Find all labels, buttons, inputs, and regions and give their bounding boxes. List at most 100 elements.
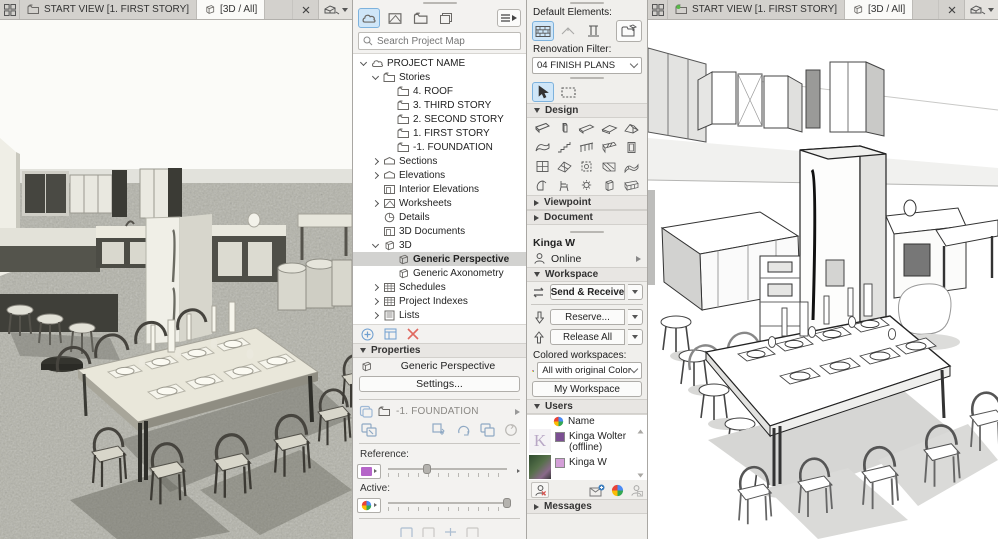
- tree-item-project-indexes[interactable]: Project Indexes: [353, 294, 526, 308]
- person-box-icon[interactable]: [630, 484, 643, 497]
- tab-3d-all[interactable]: [3D / All]: [197, 0, 266, 19]
- tree-item-stories[interactable]: Stories: [353, 70, 526, 84]
- tab-3d-all[interactable]: [3D / All]: [845, 0, 914, 19]
- users-scrollbar[interactable]: [635, 429, 646, 478]
- object-tool[interactable]: [553, 176, 575, 194]
- active-color-button[interactable]: [357, 497, 381, 513]
- story-selector-row[interactable]: -1. FOUNDATION: [353, 403, 526, 420]
- chevron-expanded-icon[interactable]: [371, 76, 380, 79]
- chevron-collapsed-icon[interactable]: [371, 313, 380, 318]
- reserve-dropdown[interactable]: [628, 309, 643, 325]
- slider-thumb[interactable]: [502, 498, 511, 508]
- skylight-tool[interactable]: [553, 157, 575, 175]
- design-section-header[interactable]: Design: [527, 103, 647, 118]
- color-wheel-icon[interactable]: [611, 484, 624, 497]
- column-tool[interactable]: [553, 119, 575, 137]
- hide-offline-users-button[interactable]: [531, 482, 549, 498]
- chevron-collapsed-icon[interactable]: [371, 173, 380, 178]
- tab-start-view[interactable]: START VIEW [1. FIRST STORY]: [668, 0, 846, 19]
- curtain-wall-tool[interactable]: [598, 138, 620, 156]
- mesh-tool[interactable]: [621, 157, 643, 175]
- active-opacity-slider[interactable]: [386, 497, 511, 513]
- delete-icon[interactable]: [407, 328, 419, 340]
- tree-item-3d[interactable]: 3D: [353, 238, 526, 252]
- marquee-tool-button[interactable]: [557, 82, 579, 102]
- partial-icon[interactable]: [444, 527, 457, 537]
- slider-thumb[interactable]: [422, 464, 431, 474]
- transfer-settings-icon[interactable]: [361, 423, 377, 437]
- tree-item-sections[interactable]: Sections: [353, 154, 526, 168]
- opening-tool[interactable]: [576, 157, 598, 175]
- release-all-button[interactable]: Release All: [550, 329, 625, 345]
- default-roof-button[interactable]: [557, 21, 579, 41]
- tree-item-project-name[interactable]: PROJECT NAME: [353, 56, 526, 70]
- schedule-settings-icon[interactable]: [384, 328, 397, 340]
- roof-tool[interactable]: [621, 119, 643, 137]
- document-section-header[interactable]: Document: [527, 210, 647, 225]
- default-column-button[interactable]: [582, 21, 604, 41]
- partial-icon[interactable]: [422, 527, 435, 537]
- tab-overview-button[interactable]: [648, 0, 668, 19]
- online-status-row[interactable]: Online: [527, 250, 647, 267]
- layout-book-button[interactable]: [410, 8, 432, 28]
- favorites-button[interactable]: [616, 20, 642, 42]
- reference-opacity-slider[interactable]: [386, 463, 509, 479]
- view-orientation-button[interactable]: [964, 0, 998, 19]
- left-3d-scene[interactable]: [0, 20, 352, 539]
- arrow-tool-button[interactable]: [532, 82, 554, 102]
- publisher-button[interactable]: [436, 8, 458, 28]
- view-orientation-button[interactable]: [318, 0, 352, 19]
- tree-item-details[interactable]: Details: [353, 210, 526, 224]
- users-section-header[interactable]: Users: [527, 399, 647, 414]
- colored-workspaces-dropdown[interactable]: All with original Color: [537, 362, 642, 379]
- project-map-button[interactable]: [358, 8, 380, 28]
- chevron-right-icon[interactable]: [516, 469, 520, 473]
- reserve-button[interactable]: Reserve...: [550, 309, 625, 325]
- tree-item-second-story[interactable]: 2. SECOND STORY: [353, 112, 526, 126]
- user-row-kinga-wolter[interactable]: K Kinga Wolter (offline): [527, 428, 647, 454]
- reference-color-button[interactable]: [357, 463, 381, 479]
- zone-tool[interactable]: [598, 157, 620, 175]
- partial-icon[interactable]: [466, 527, 479, 537]
- tree-item-third-story[interactable]: 3. THIRD STORY: [353, 98, 526, 112]
- tree-item-foundation[interactable]: -1. FOUNDATION: [353, 140, 526, 154]
- renovation-filter-dropdown[interactable]: 04 FINISH PLANS: [532, 57, 642, 74]
- tree-item-generic-axonometry[interactable]: Generic Axonometry: [353, 266, 526, 280]
- tree-item-interior-elevations[interactable]: Interior Elevations: [353, 182, 526, 196]
- view-map-button[interactable]: [384, 8, 406, 28]
- tree-item-worksheets[interactable]: Worksheets: [353, 196, 526, 210]
- refresh-icon[interactable]: [504, 423, 518, 437]
- chevron-collapsed-icon[interactable]: [371, 285, 380, 290]
- slab-tool[interactable]: [598, 119, 620, 137]
- navigator-menu-button[interactable]: [497, 9, 521, 27]
- release-all-dropdown[interactable]: [628, 329, 643, 345]
- beam-tool[interactable]: [576, 119, 598, 137]
- chevron-collapsed-icon[interactable]: [371, 299, 380, 304]
- workspace-section-header[interactable]: Workspace: [527, 267, 647, 282]
- user-row-kinga-w[interactable]: Kinga W: [527, 454, 647, 480]
- settings-button[interactable]: Settings...: [359, 376, 520, 392]
- stair-tool[interactable]: [553, 138, 575, 156]
- chevron-expanded-icon[interactable]: [371, 244, 380, 247]
- close-tab-button[interactable]: [938, 0, 964, 19]
- chevron-collapsed-icon[interactable]: [371, 159, 380, 164]
- properties-header[interactable]: Properties: [353, 343, 526, 358]
- tree-item-3d-documents[interactable]: 3D Documents: [353, 224, 526, 238]
- scroll-down-icon[interactable]: [637, 473, 644, 478]
- message-plus-icon[interactable]: [589, 484, 605, 497]
- tree-item-elevations[interactable]: Elevations: [353, 168, 526, 182]
- drag-elements-icon[interactable]: [432, 422, 447, 438]
- chevron-collapsed-icon[interactable]: [371, 201, 380, 206]
- chevron-expanded-icon[interactable]: [359, 62, 368, 65]
- shell-tool[interactable]: [531, 138, 553, 156]
- tree-item-roof[interactable]: 4. ROOF: [353, 84, 526, 98]
- equipment-tool[interactable]: [598, 176, 620, 194]
- send-receive-button[interactable]: Send & Receive: [549, 284, 626, 300]
- send-receive-dropdown[interactable]: [628, 284, 643, 300]
- lamp-tool[interactable]: [576, 176, 598, 194]
- copy-elements-icon[interactable]: [480, 423, 495, 437]
- users-name-header[interactable]: Name: [527, 415, 647, 428]
- right-3d-scene[interactable]: [648, 20, 998, 539]
- door-tool[interactable]: [621, 138, 643, 156]
- my-workspace-button[interactable]: My Workspace: [532, 381, 642, 397]
